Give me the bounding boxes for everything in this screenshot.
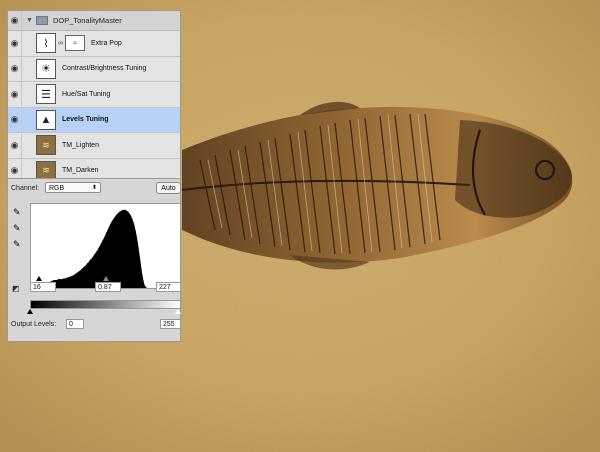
layer-name: TM_Darken	[62, 167, 99, 175]
layer-name: Hue/Sat Tuning	[62, 90, 111, 98]
layer-row-levels-tuning[interactable]: ◉ ▲ Levels Tuning	[8, 107, 180, 133]
output-white-field[interactable]: 255	[160, 319, 181, 329]
visibility-eye-icon[interactable]: ◉	[8, 133, 22, 158]
fossil-thumb-icon: ≋	[36, 135, 56, 156]
visibility-eye-icon[interactable]: ◉	[8, 82, 22, 107]
layers-panel: ◉ ▼ DOP_TonalityMaster ◉ ⌇ ∞ ≈ Extra Pop…	[7, 10, 181, 184]
folder-icon	[35, 16, 48, 25]
black-point-eyedropper-icon[interactable]: ✎	[13, 207, 24, 218]
output-white-slider[interactable]	[175, 309, 181, 314]
channel-value: RGB	[49, 185, 65, 192]
curves-icon: ⌇	[36, 33, 56, 54]
visibility-eye-icon[interactable]: ◉	[8, 31, 22, 56]
layer-group-row[interactable]: ◉ ▼ DOP_TonalityMaster	[8, 11, 180, 31]
layer-mask-thumbnail[interactable]: ≈	[65, 35, 85, 52]
layer-row-tm-lighten[interactable]: ◉ ≋ TM_Lighten	[8, 133, 180, 159]
output-black-field[interactable]: 0	[66, 319, 84, 329]
clipping-icon[interactable]: ◩	[12, 283, 23, 294]
layer-name: Contrast/Brightness Tuning	[62, 65, 147, 73]
gray-point-eyedropper-icon[interactable]: ✎	[13, 223, 24, 234]
layer-row-hue-sat[interactable]: ◉ ☰ Hue/Sat Tuning	[8, 82, 180, 108]
channel-label: Channel:	[11, 185, 40, 192]
link-chain-icon[interactable]: ∞	[58, 40, 63, 47]
chevron-updown-icon: ⬍	[91, 185, 97, 191]
levels-properties-panel: Channel: RGB ⬍ Auto ✎ ✎ ✎ ◩ 16 0.87 227 …	[7, 178, 181, 342]
input-white-field[interactable]: 227	[156, 282, 181, 292]
hue-sat-icon: ☰	[36, 84, 56, 105]
layer-row-contrast-brightness[interactable]: ◉ ☀ Contrast/Brightness Tuning	[8, 56, 180, 82]
layer-name: Levels Tuning	[62, 116, 109, 124]
output-gradient-bar	[30, 300, 181, 309]
white-point-eyedropper-icon[interactable]: ✎	[13, 239, 24, 250]
layer-row-extra-pop[interactable]: ◉ ⌇ ∞ ≈ Extra Pop	[8, 31, 180, 57]
input-gamma-slider[interactable]	[103, 276, 109, 281]
input-black-slider[interactable]	[36, 276, 42, 281]
layer-group-name: DOP_TonalityMaster	[52, 16, 122, 25]
visibility-eye-icon[interactable]: ◉	[8, 56, 22, 81]
auto-button[interactable]: Auto	[156, 182, 181, 194]
output-levels-label: Output Levels:	[11, 321, 57, 328]
layer-name: Extra Pop	[91, 39, 122, 47]
input-gamma-field[interactable]: 0.87	[95, 282, 121, 292]
visibility-eye-icon[interactable]: ◉	[8, 11, 22, 30]
input-white-slider[interactable]	[159, 276, 165, 281]
output-black-slider[interactable]	[27, 309, 33, 314]
visibility-eye-icon[interactable]: ◉	[8, 107, 22, 132]
channel-select[interactable]: RGB ⬍	[45, 182, 101, 193]
layer-name: TM_Lighten	[62, 141, 99, 149]
brightness-icon: ☀	[36, 58, 56, 79]
disclosure-triangle-icon[interactable]: ▼	[26, 17, 33, 24]
levels-icon: ▲	[36, 109, 56, 130]
input-black-field[interactable]: 16	[30, 282, 56, 292]
